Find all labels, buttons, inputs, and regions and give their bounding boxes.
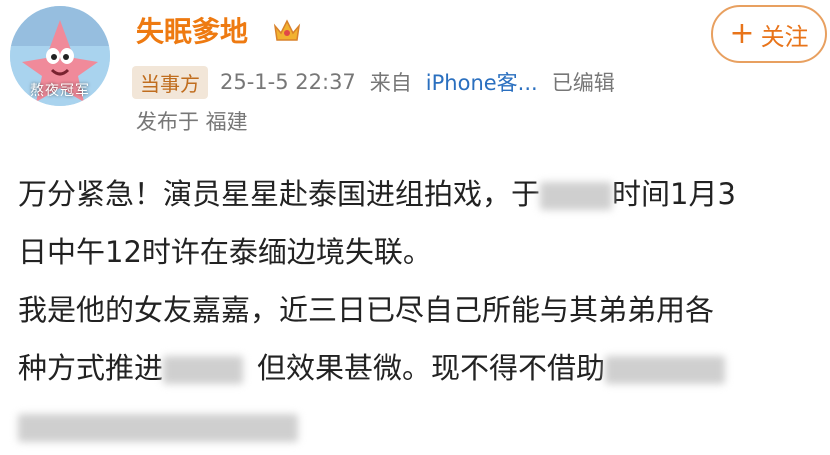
post-line: 万分紧急！演员星星赴泰国进组拍戏，于 时间1月3 bbox=[18, 165, 818, 223]
redacted-text bbox=[18, 414, 298, 442]
post-text: 日中午12时许在泰缅边境失联。 bbox=[18, 235, 432, 269]
post-line: 种方式推进 但效果甚微。现不得不借助 bbox=[18, 339, 818, 397]
post-text: 但效果甚微。现不得不借助 bbox=[257, 351, 606, 385]
plus-icon: + bbox=[729, 16, 755, 51]
party-badge: 当事方 bbox=[132, 65, 208, 99]
source-device[interactable]: iPhone客... bbox=[426, 67, 538, 97]
source-prefix: 来自 bbox=[369, 71, 412, 95]
post-text: 时间1月3 bbox=[612, 177, 736, 211]
post-line bbox=[18, 397, 818, 455]
post-datetime[interactable]: 25-1-5 22:37 bbox=[220, 70, 356, 94]
crown-icon bbox=[273, 19, 301, 41]
post-text: 我是他的女友嘉嘉，近三日已尽自己所能与其弟弟用各 bbox=[18, 293, 715, 327]
username[interactable]: 失眠爹地 bbox=[136, 10, 248, 50]
redacted-text bbox=[163, 356, 244, 384]
post-meta: 当事方 25-1-5 22:37 来自 iPhone客... 已编辑 bbox=[132, 65, 615, 99]
redacted-text bbox=[540, 182, 613, 210]
post-body: 万分紧急！演员星星赴泰国进组拍戏，于 时间1月3 日中午12时许在泰缅边境失联。 … bbox=[18, 165, 818, 455]
avatar[interactable]: 熬夜冠军 bbox=[10, 6, 110, 106]
post-location: 发布于 福建 bbox=[136, 110, 248, 134]
avatar-label: 熬夜冠军 bbox=[30, 83, 90, 99]
post-text: 种方式推进 bbox=[18, 351, 164, 385]
post-line: 我是他的女友嘉嘉，近三日已尽自己所能与其弟弟用各 bbox=[18, 281, 818, 339]
redacted-text bbox=[605, 356, 726, 384]
edited-label[interactable]: 已编辑 bbox=[552, 67, 615, 97]
post-line: 日中午12时许在泰缅边境失联。 bbox=[18, 223, 818, 281]
follow-label: 关注 bbox=[760, 22, 809, 51]
post-text: 万分紧急！演员星星赴泰国进组拍戏，于 bbox=[18, 177, 541, 211]
follow-button[interactable]: + 关注 bbox=[711, 5, 827, 63]
